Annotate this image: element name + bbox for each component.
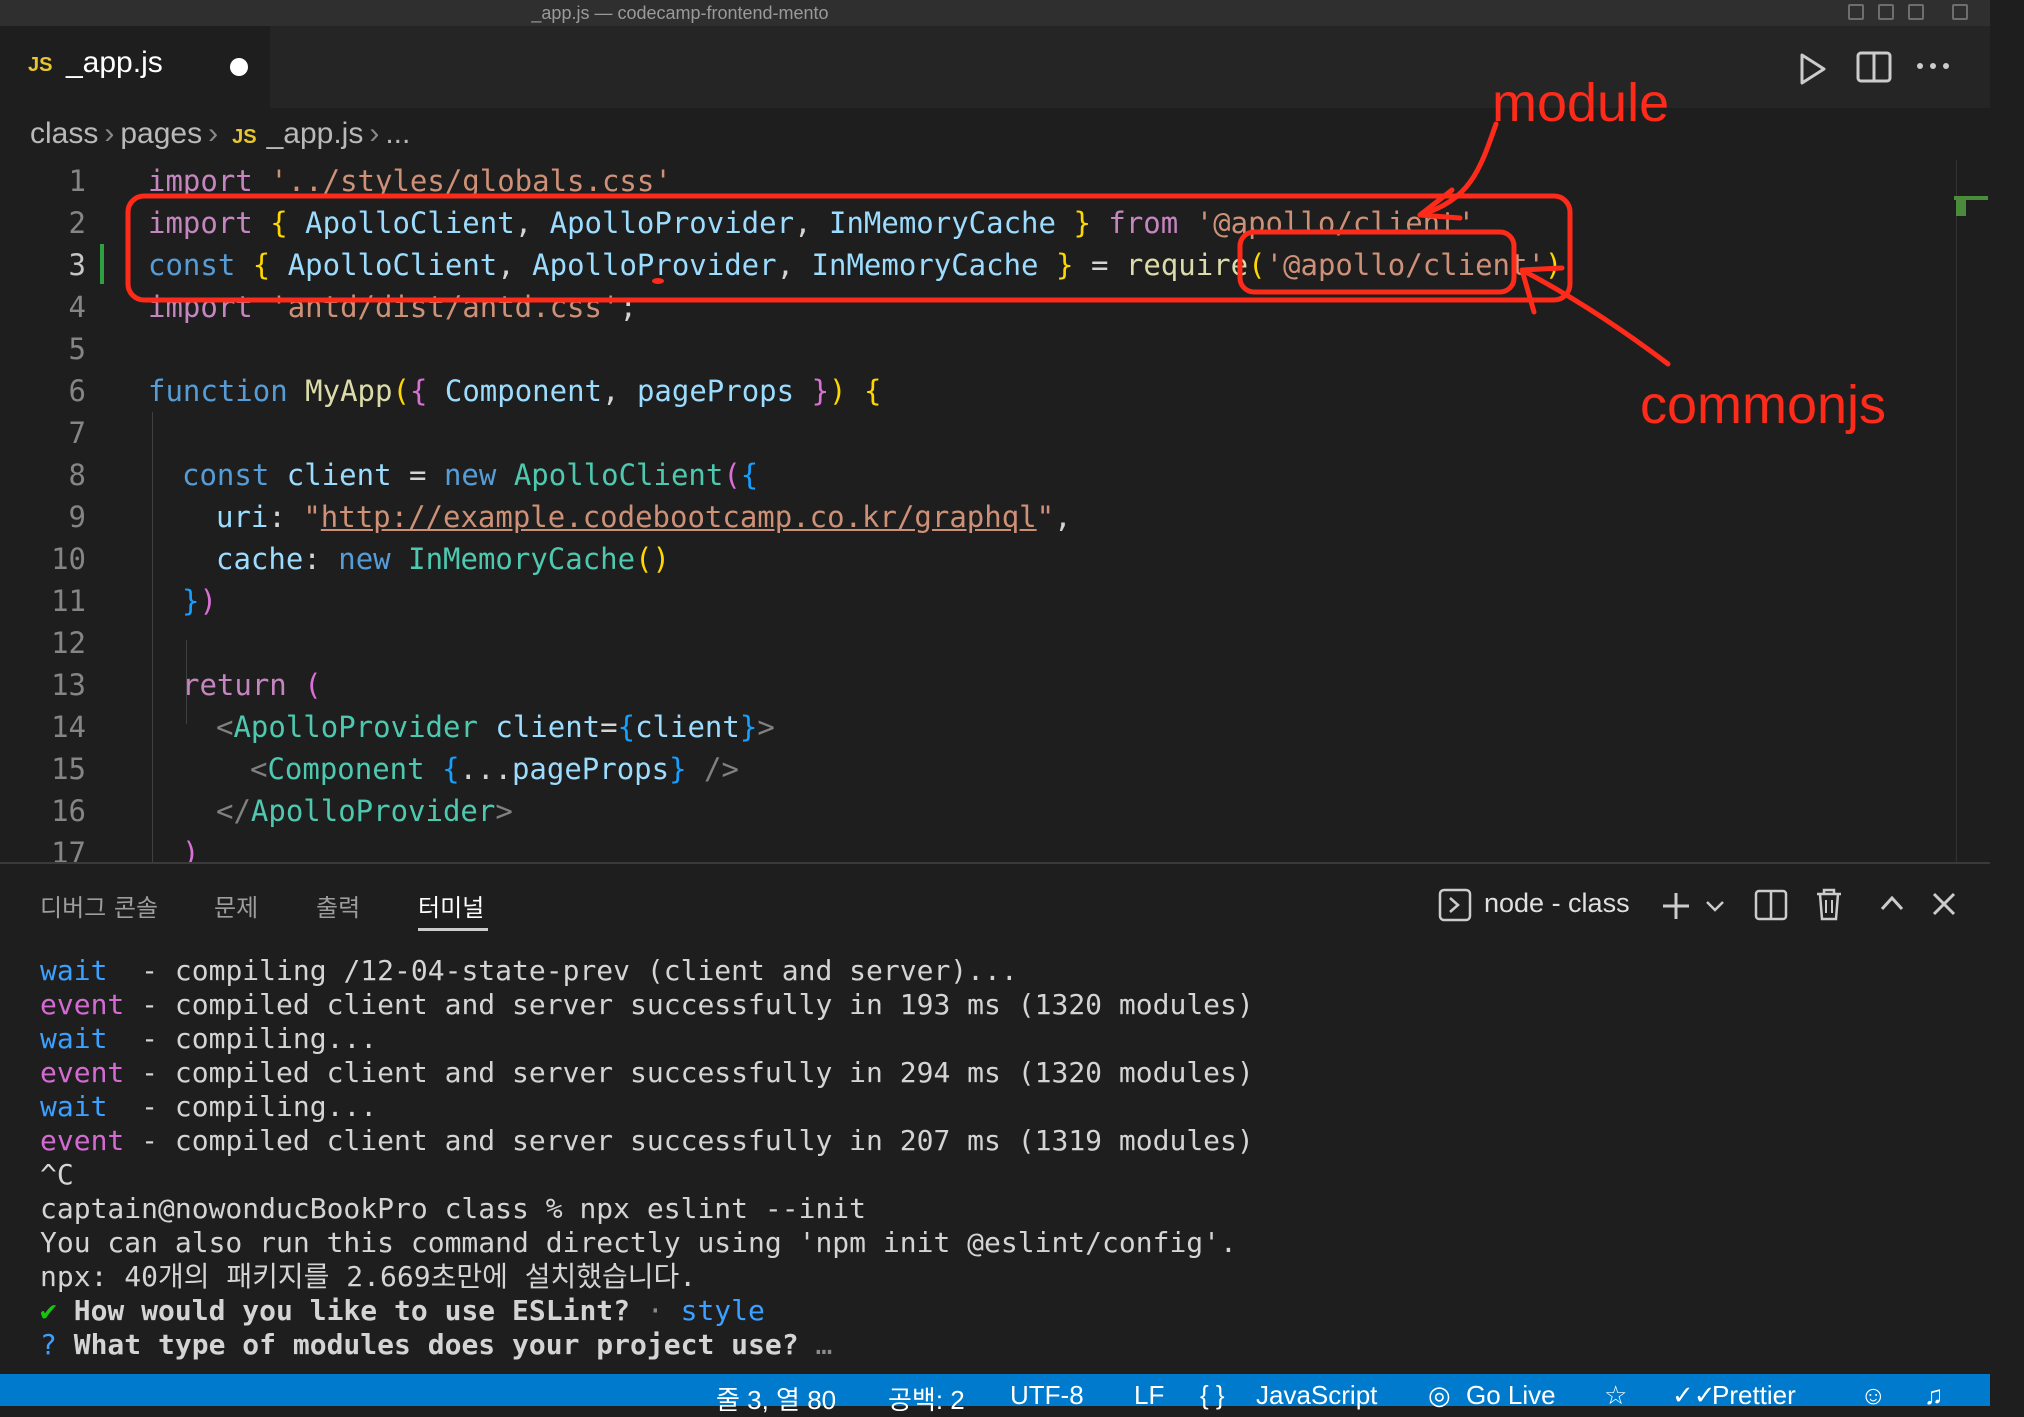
terminal-icon xyxy=(1438,888,1472,922)
terminal-line: wait - compiling... xyxy=(40,1090,378,1123)
split-terminal-icon[interactable] xyxy=(1754,888,1788,922)
prettier-button[interactable]: Prettier xyxy=(1712,1380,1796,1411)
close-icon[interactable] xyxy=(1930,890,1958,918)
tab-problems[interactable]: 문제 xyxy=(214,888,258,923)
bell-icon[interactable]: ♫ xyxy=(1924,1380,1944,1411)
check-double-icon: ✓✓ xyxy=(1672,1380,1716,1410)
terminal-line: event - compiled client and server succe… xyxy=(40,988,1254,1021)
chevron-up-icon[interactable] xyxy=(1878,892,1906,914)
braces-icon: { } xyxy=(1200,1380,1225,1410)
commonjs-arrow xyxy=(1519,267,1671,367)
module-arrow xyxy=(1417,121,1499,218)
broadcast-icon: ◎ xyxy=(1428,1380,1451,1410)
terminal-line: npx: 40개의 패키지를 2.669초만에 설치했습니다. xyxy=(40,1260,697,1293)
end-of-line[interactable]: LF xyxy=(1134,1380,1164,1411)
terminal-line: ✔ How would you like to use ESLint? · st… xyxy=(40,1294,765,1327)
terminal-line: captain@nowonducBookPro class % npx esli… xyxy=(40,1192,867,1225)
annotation-commonjs: commonjs xyxy=(1640,375,1887,435)
tab-debug-console[interactable]: 디버그 콘솔 xyxy=(40,888,158,923)
terminal-line: wait - compiling... xyxy=(40,1022,378,1055)
language-mode[interactable]: JavaScript xyxy=(1256,1380,1377,1411)
tab-terminal[interactable]: 터미널 xyxy=(418,888,484,923)
go-live-button[interactable]: Go Live xyxy=(1466,1380,1556,1411)
encoding[interactable]: UTF-8 xyxy=(1010,1380,1084,1411)
terminal-line: event - compiled client and server succe… xyxy=(40,1056,1254,1089)
feedback-icon[interactable]: ☆ xyxy=(1604,1380,1627,1411)
annotation-module: module xyxy=(1492,73,1670,133)
trash-icon[interactable] xyxy=(1814,886,1844,922)
terminal-line: ^C xyxy=(40,1158,74,1191)
terminal-name[interactable]: node - class xyxy=(1484,888,1630,919)
terminal-line: event - compiled client and server succe… xyxy=(40,1124,1254,1157)
terminal-output[interactable]: wait - compiling /12-04-state-prev (clie… xyxy=(40,954,1940,1362)
chevron-down-icon[interactable] xyxy=(1704,898,1726,914)
import-statements-highlight xyxy=(125,193,1573,303)
indentation[interactable]: 공백: 2 xyxy=(888,1380,965,1417)
require-argument-highlight xyxy=(1237,229,1517,295)
cursor-position[interactable]: 줄 3, 열 80 xyxy=(716,1380,836,1417)
terminal-line: ? What type of modules does your project… xyxy=(40,1328,833,1361)
active-tab-indicator xyxy=(418,928,488,931)
terminal-line: You can also run this command directly u… xyxy=(40,1226,1237,1259)
accounts-icon[interactable]: ☺ xyxy=(1860,1380,1887,1411)
tab-output[interactable]: 출력 xyxy=(316,888,360,923)
terminal-line: wait - compiling /12-04-state-prev (clie… xyxy=(40,954,1018,987)
plus-icon[interactable] xyxy=(1660,890,1692,922)
